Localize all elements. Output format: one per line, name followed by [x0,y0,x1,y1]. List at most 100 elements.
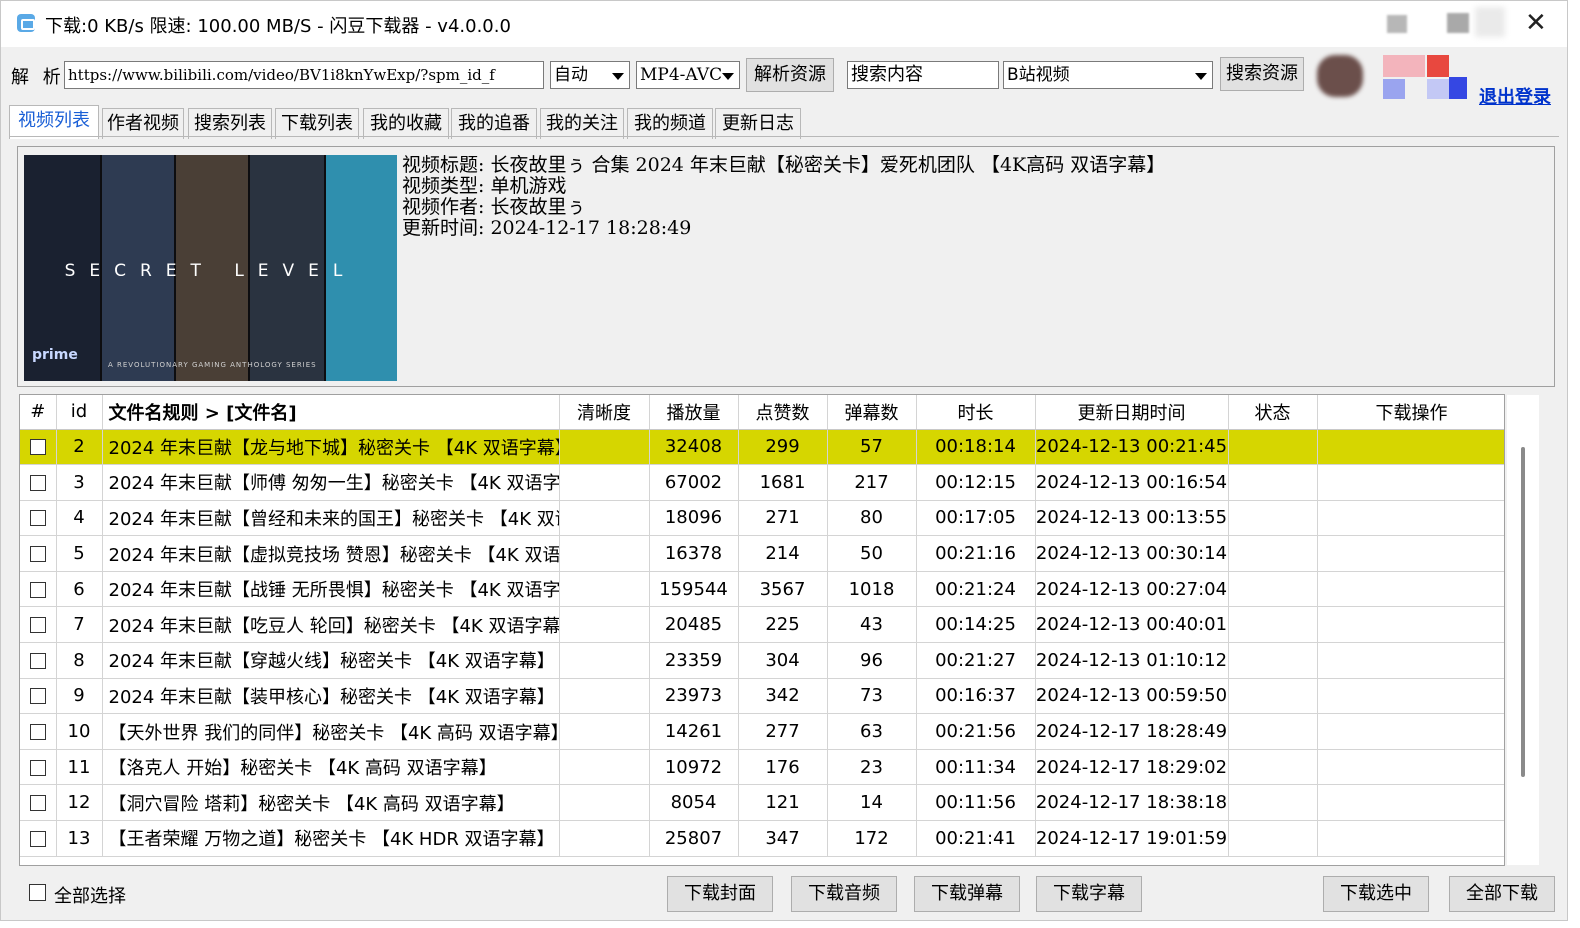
table-row[interactable]: 9 2024 年末巨献【装甲核心】秘密关卡 【4K 双语字幕】 23973 342 73… [20,678,1504,715]
tab-changelog[interactable]: 更新日志 [715,108,801,139]
row-checkbox-cell [20,820,57,857]
col-header-updated[interactable]: 更新日期时间 [1035,395,1229,430]
cell-updated: 2024-12-13 00:27:04 [1035,571,1229,608]
table-row[interactable]: 42024 年末巨献【曾经和未来的国王】秘密关卡 【4K 双语字幕】180962… [20,500,1504,537]
download-cover-button[interactable]: 下载封面 [667,876,773,912]
col-header-id[interactable]: id [56,395,103,430]
chevron-down-icon[interactable] [1191,65,1209,85]
poster-brand-logo: prime [32,347,78,363]
row-checkbox[interactable] [29,759,46,776]
row-checkbox[interactable] [29,688,46,705]
row-checkbox[interactable] [29,830,46,847]
cell-quality [559,535,650,572]
download-subtitle-button[interactable]: 下载字幕 [1036,876,1142,912]
cell-duration: 00:21:24 [916,571,1036,608]
tab-download-list[interactable]: 下载列表 [275,108,359,139]
row-checkbox[interactable] [29,581,46,598]
search-button[interactable]: 搜索资源 [1220,57,1304,91]
source-select[interactable]: B站视频 [1003,61,1213,89]
download-audio-button[interactable]: 下载音频 [791,876,897,912]
row-checkbox[interactable] [29,795,46,812]
table-row[interactable]: 52024 年末巨献【虚拟竞技场 赞恩】秘密关卡 【4K 双语字幕】163782… [20,535,1504,572]
cell-updated: 2024-12-13 00:30:14 [1035,535,1229,572]
quality-select[interactable]: 自动 [550,61,630,89]
col-header-duration[interactable]: 时长 [916,395,1036,430]
chevron-down-icon[interactable] [608,65,626,85]
app-logo-icon [17,14,35,32]
cell-likes: 277 [738,713,828,750]
col-header-actions[interactable]: 下载操作 [1317,395,1504,430]
cell-id: 13 [56,820,103,857]
col-header-status[interactable]: 状态 [1228,395,1318,430]
cell-plays: 18096 [649,500,739,537]
video-title-line: 视频标题: 长夜故里ぅ 合集 2024 年末巨献【秘密关卡】爱死机团队 【4K高… [402,154,1166,176]
row-checkbox[interactable] [29,724,46,741]
table-row[interactable]: 12 【洞穴冒险 塔莉】秘密关卡 【4K 高码 双语字幕】 8054 121 14 00:… [20,784,1504,822]
select-all-checkbox[interactable] [29,884,46,901]
col-header-danmaku[interactable]: 弹幕数 [827,395,917,430]
tab-author-videos[interactable]: 作者视频 [102,108,184,139]
cell-name: 【洞穴冒险 塔莉】秘密关卡 【4K 高码 双语字幕】 [102,784,560,822]
close-button[interactable]: ✕ [1495,1,1565,47]
row-checkbox-cell [20,749,57,786]
row-checkbox[interactable] [29,546,46,563]
download-danmaku-button[interactable]: 下载弹幕 [914,876,1020,912]
scroll-thumb[interactable] [1521,447,1525,777]
table-row[interactable]: 8 2024 年末巨献【穿越火线】秘密关卡 【4K 双语字幕】 23359 304 96… [20,642,1504,679]
table-row[interactable]: 6 2024 年末巨献【战锤 无所畏惧】秘密关卡 【4K 双语字幕】 159544 3… [20,571,1504,608]
tab-bar: 视频列表 作者视频 搜索列表 下载列表 我的收藏 我的追番 我的关注 我的频道 … [1,105,1567,139]
table-row[interactable]: 2 2024 年末巨献【龙与地下城】秘密关卡 【4K 双语字幕】 32408 299 5… [20,429,1504,466]
cell-plays: 159544 [649,571,739,608]
cell-duration: 00:21:16 [916,535,1036,572]
cell-plays: 23973 [649,678,739,715]
url-input[interactable]: https://www.bilibili.com/video/BV1i8knYw… [64,61,544,89]
table-scrollbar[interactable] [1507,395,1539,865]
table-row[interactable]: 11 【洛克人 开始】秘密关卡 【4K 高码 双语字幕】 10972 176 23 00:… [20,749,1504,786]
row-checkbox[interactable] [29,510,46,527]
format-select[interactable]: MP4-AVC [636,61,740,89]
maximize-button[interactable] [1423,1,1505,47]
row-checkbox[interactable] [29,617,46,634]
cell-plays: 14261 [649,713,739,750]
table-row[interactable]: 7 2024 年末巨献【吃豆人 轮回】秘密关卡 【4K 双语字幕】 20485 225… [20,606,1504,644]
tab-search-list[interactable]: 搜索列表 [188,108,272,139]
parse-button[interactable]: 解析资源 [746,58,834,92]
minimize-button[interactable] [1353,1,1423,47]
row-checkbox[interactable] [29,474,46,491]
col-header-likes[interactable]: 点赞数 [738,395,828,430]
tab-following[interactable]: 我的关注 [540,108,624,139]
cell-likes: 271 [738,500,828,537]
cell-updated: 2024-12-17 19:01:59 [1035,820,1229,857]
download-all-button[interactable]: 全部下载 [1449,876,1555,912]
cell-id: 8 [56,642,103,679]
row-checkbox[interactable] [29,652,46,669]
cell-danmaku: 172 [827,820,917,857]
cell-actions [1317,749,1504,786]
cell-name: 【王者荣耀 万物之道】秘密关卡 【4K HDR 双语字幕】 [102,820,560,857]
col-header-filename[interactable]: 文件名规则 > [文件名] [102,395,560,430]
row-checkbox[interactable] [29,439,46,456]
cell-likes: 342 [738,678,828,715]
download-selected-button[interactable]: 下载选中 [1323,876,1429,912]
table-row[interactable]: 10 【天外世界 我们的同伴】秘密关卡 【4K 高码 双语字幕】 14261 277 6… [20,713,1504,750]
search-input[interactable]: 搜索内容 [847,61,999,89]
cell-danmaku: 23 [827,749,917,786]
tab-followed-anime[interactable]: 我的追番 [451,108,537,139]
col-header-quality[interactable]: 清晰度 [559,395,650,430]
cell-name: 2024 年末巨献【曾经和未来的国王】秘密关卡 【4K 双语字幕】 [102,500,560,537]
row-checkbox-cell [20,464,57,501]
cell-updated: 2024-12-13 00:21:45 [1035,429,1229,466]
tab-channels[interactable]: 我的频道 [627,108,713,139]
tab-video-list[interactable]: 视频列表 [9,105,99,139]
col-header-index[interactable]: # [20,395,57,430]
table-row[interactable]: 3 2024 年末巨献【师傅 匆匆一生】秘密关卡 【4K 双语字幕】 67002 16… [20,464,1504,501]
col-header-plays[interactable]: 播放量 [649,395,739,430]
chevron-down-icon[interactable] [718,65,736,85]
cell-actions [1317,500,1504,537]
tab-favorites[interactable]: 我的收藏 [363,108,449,139]
cell-actions [1317,678,1504,715]
avatar[interactable] [1317,55,1363,97]
table-row[interactable]: 13 【王者荣耀 万物之道】秘密关卡 【4K HDR 双语字幕】 25807 347 1… [20,820,1504,857]
select-all-label[interactable]: 全部选择 [54,882,126,908]
cell-plays: 16378 [649,535,739,572]
